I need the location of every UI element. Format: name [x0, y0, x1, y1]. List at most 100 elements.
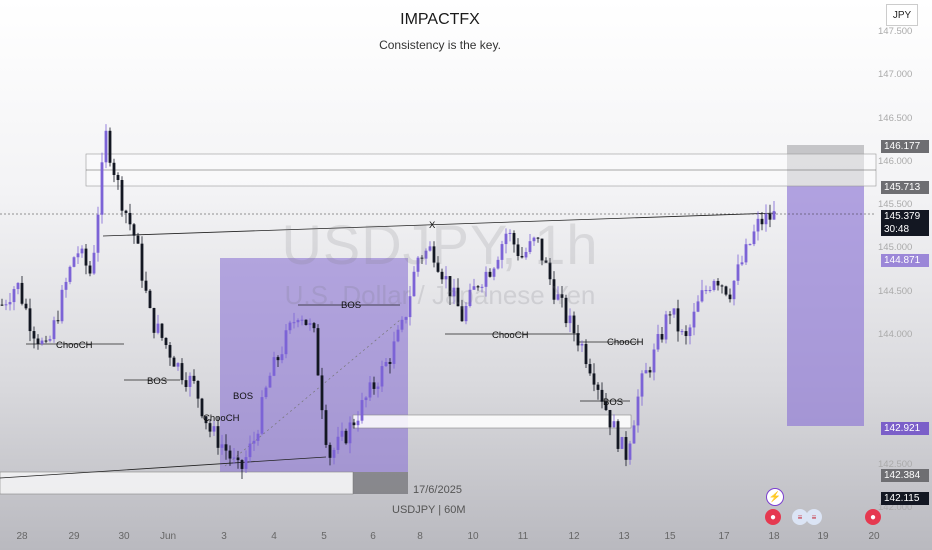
candle-body [332, 449, 336, 458]
candle-body [328, 444, 332, 458]
candle-body [300, 319, 304, 321]
candle-body [236, 457, 240, 461]
candle-body [220, 444, 224, 448]
us-flag-icon[interactable]: ≡ [806, 509, 822, 525]
candle-body [164, 337, 168, 346]
candle-body [40, 340, 44, 345]
candle-body [572, 315, 576, 334]
x-tick-label: 28 [16, 531, 28, 542]
lightning-icon[interactable]: ⚡ [766, 488, 784, 506]
candle-body [320, 375, 324, 411]
candle-body [252, 440, 256, 444]
candle-body [276, 357, 280, 361]
candle-body [172, 357, 176, 367]
candle-body [292, 322, 296, 324]
price-tag: 145.713 [881, 180, 929, 194]
candle-body [256, 433, 260, 441]
candle-body [104, 130, 108, 163]
candle-body [628, 443, 632, 460]
candle-body [240, 460, 244, 469]
candle-body [168, 345, 172, 358]
candle-body [644, 370, 648, 374]
candle-body [316, 328, 320, 376]
annotation-bos: BOS [341, 300, 362, 311]
candle-body [360, 400, 364, 421]
candle-body [396, 329, 400, 342]
candle-body [176, 363, 180, 367]
annotation-bos: BOS [147, 376, 168, 387]
candle-body [688, 327, 692, 337]
candle-body [348, 422, 352, 444]
candle-body [352, 422, 356, 426]
candle-body [284, 330, 288, 355]
candle-body [640, 373, 644, 397]
currency-selector[interactable]: JPY [886, 4, 918, 26]
symbol-watermark: USDJPY, 1h [281, 213, 599, 276]
candle-body [152, 308, 156, 333]
candle-body [120, 180, 124, 211]
description-watermark: U.S. Dollar / Japanese Yen [284, 280, 596, 310]
candle-body [384, 361, 388, 367]
y-tick-label: 147.000 [878, 69, 913, 81]
candle-body [592, 373, 596, 385]
price-tag: 142.384 [881, 468, 929, 482]
candle-body [308, 323, 312, 325]
candle-body [296, 320, 300, 323]
candle-body [680, 331, 684, 333]
x-tick-label: 3 [221, 531, 227, 542]
candle-body [100, 162, 104, 215]
x-tick-label: 30 [118, 531, 130, 542]
candle-body [364, 397, 368, 401]
x-tick-label: 12 [568, 531, 580, 542]
candle-body [280, 354, 284, 361]
x-tick-label: 6 [370, 531, 376, 542]
y-tick-label: 145.000 [878, 242, 913, 254]
event-icon[interactable]: ● [865, 509, 881, 525]
candle-body [684, 331, 688, 337]
candle-body [668, 314, 672, 316]
x-tick-label: 13 [618, 531, 630, 542]
candle-body [608, 410, 612, 428]
candle-body [160, 323, 164, 338]
candle-body [576, 333, 580, 346]
event-icon[interactable]: ● [765, 509, 781, 525]
candle-body [52, 320, 56, 340]
candle-body [624, 437, 628, 460]
candle-body [636, 396, 640, 426]
x-tick-label: 20 [868, 531, 880, 542]
annotation-chooch: ChooCH [607, 337, 644, 348]
x-tick-label: 11 [517, 531, 529, 542]
candle-body [312, 323, 316, 329]
candle-body [188, 375, 192, 387]
candle-body [372, 382, 376, 389]
candle-body [56, 320, 60, 322]
candle-body [620, 437, 624, 449]
x-tick-label: 18 [768, 531, 780, 542]
x-tick-label: 29 [68, 531, 80, 542]
candle-body [112, 162, 116, 175]
candle-body [48, 339, 52, 341]
candle-body [580, 343, 584, 346]
price-tag: 146.177 [881, 140, 929, 154]
symbol-timeframe: USDJPY | 60M [392, 504, 466, 516]
candle-body [304, 319, 308, 325]
annotation-bos: BOS [233, 391, 254, 402]
candle-body [588, 364, 592, 374]
x-tick-label: 5 [321, 531, 327, 542]
y-tick-label: 147.500 [878, 26, 913, 37]
candle-body [36, 338, 40, 345]
candle-body [388, 361, 392, 364]
candle-body [228, 450, 232, 459]
candle-body [44, 340, 48, 342]
candle-countdown: 30:48 [881, 222, 929, 236]
candle-body [28, 308, 32, 332]
candle-body [244, 457, 248, 469]
price-tag: 145.379 [881, 209, 929, 223]
annotation-chooch: ChooCH [203, 413, 240, 424]
x-tick-label: 15 [664, 531, 676, 542]
candle-body [156, 323, 160, 333]
y-tick-label: 146.000 [878, 155, 913, 167]
candle-body [392, 341, 396, 364]
candle-body [180, 363, 184, 381]
y-tick-label: 145.500 [878, 199, 913, 211]
